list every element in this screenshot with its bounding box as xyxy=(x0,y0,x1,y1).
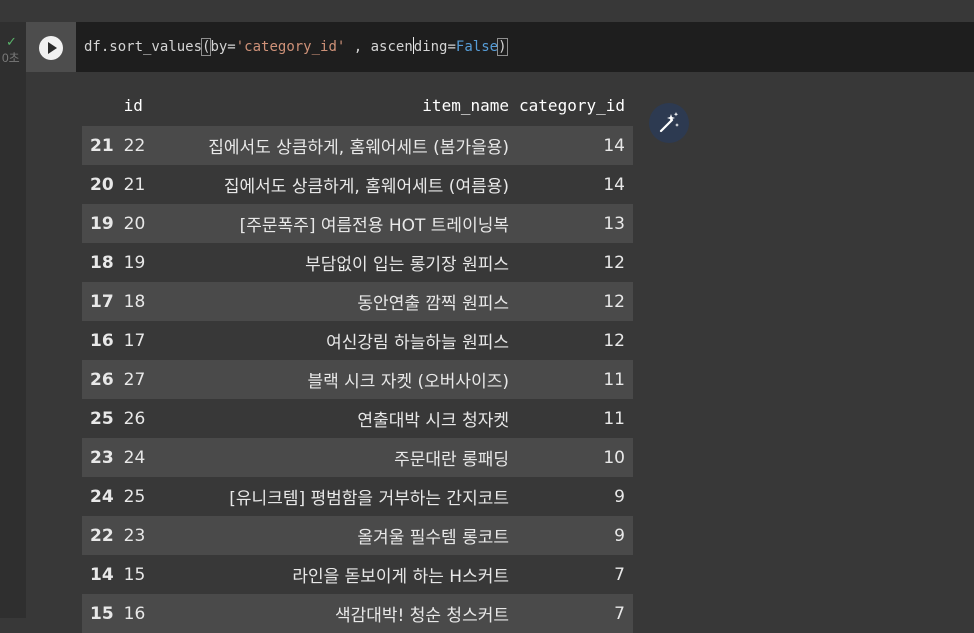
cell-category-id: 9 xyxy=(614,486,625,507)
row-index: 19 xyxy=(90,213,114,234)
cell-id: 26 xyxy=(123,408,146,429)
table-row: 23 24 주문대란 롱패딩 10 xyxy=(82,438,633,477)
row-index: 26 xyxy=(90,369,114,390)
row-index: 16 xyxy=(90,330,114,351)
checkmark-icon: ✓ xyxy=(6,35,17,50)
code-editor[interactable]: df.sort_values(by='category_id' , ascend… xyxy=(76,22,974,72)
run-cell-area xyxy=(26,22,76,72)
cell-item-name: 집에서도 상큼하게, 홈웨어세트 (봄가을용) xyxy=(208,138,509,158)
code-ascending: ding= xyxy=(413,39,456,55)
row-index: 24 xyxy=(90,486,114,507)
magic-wand-button[interactable] xyxy=(649,103,689,143)
cell-category-id: 13 xyxy=(603,213,625,234)
cell-item-name: [주문폭주] 여름전용 HOT 트레이닝복 xyxy=(239,216,509,236)
cell-item-name: 주문대란 롱패딩 xyxy=(394,450,509,470)
index-header xyxy=(82,84,122,126)
table-row: 15 16 색감대박! 청순 청스커트 7 xyxy=(82,594,633,633)
cell-id: 25 xyxy=(123,486,146,507)
magic-wand-icon xyxy=(659,112,679,133)
cell-id: 18 xyxy=(123,291,146,312)
table-row: 26 27 블랙 시크 자켓 (오버사이즈) 11 xyxy=(82,360,633,399)
table-row: 19 20 [주문폭주] 여름전용 HOT 트레이닝복 13 xyxy=(82,204,633,243)
cell-id: 23 xyxy=(123,525,146,546)
table-row: 24 25 [유니크템] 평범함을 거부하는 간지코트 9 xyxy=(82,477,633,516)
execution-time: 0초 xyxy=(2,51,20,65)
cell-id: 24 xyxy=(123,447,146,468)
row-index: 17 xyxy=(90,291,114,312)
code-string: 'category_id' xyxy=(235,39,346,55)
play-icon[interactable] xyxy=(39,36,63,60)
cell-category-id: 14 xyxy=(603,174,625,195)
cell-id: 15 xyxy=(123,564,146,585)
row-index: 14 xyxy=(90,564,114,585)
row-index: 23 xyxy=(90,447,114,468)
cell-item-name: [유니크템] 평범함을 거부하는 간지코트 xyxy=(229,489,509,509)
cell-category-id: 10 xyxy=(603,447,625,468)
cell-item-name: 여신강림 하늘하늘 원피스 xyxy=(326,333,509,353)
column-header-id: id xyxy=(123,95,143,115)
table-row: 14 15 라인을 돋보이게 하는 H스커트 7 xyxy=(82,555,633,594)
cell-category-id: 9 xyxy=(614,525,625,546)
code-cell: ✓ 0초 df.sort_values(by='category_id' , a… xyxy=(0,22,974,633)
cell-id: 27 xyxy=(123,369,146,390)
code-separator: , ascen xyxy=(345,39,413,55)
cell-category-id: 12 xyxy=(603,252,625,273)
row-index: 15 xyxy=(90,603,114,624)
cell-id: 20 xyxy=(123,213,146,234)
dataframe-table: id item_name category_id 21 22 집에서도 상큼하게, … xyxy=(82,84,633,633)
table-row: 25 26 연출대박 시크 청자켓 11 xyxy=(82,399,633,438)
cell-item-name: 라인을 돋보이게 하는 H스커트 xyxy=(292,567,509,587)
cell-id: 22 xyxy=(123,135,146,156)
row-index: 20 xyxy=(90,174,114,195)
cell-id: 17 xyxy=(123,330,146,351)
table-row: 20 21 집에서도 상큼하게, 홈웨어세트 (여름용) 14 xyxy=(82,165,633,204)
cell-item-name: 집에서도 상큼하게, 홈웨어세트 (여름용) xyxy=(223,177,509,197)
row-index: 18 xyxy=(90,252,114,273)
code-text: df.sort_values xyxy=(84,39,203,55)
table-row: 22 23 올겨울 필수템 롱코트 9 xyxy=(82,516,633,555)
row-index: 22 xyxy=(90,525,114,546)
column-header-category-id: category_id xyxy=(519,95,625,115)
cell-category-id: 11 xyxy=(603,408,625,429)
cell-item-name: 동안연출 깜찍 원피스 xyxy=(357,294,509,314)
cell-item-name: 부담없이 입는 롱기장 원피스 xyxy=(305,255,509,275)
cell-item-name: 색감대박! 청순 청스커트 xyxy=(334,606,509,626)
cell-item-name: 블랙 시크 자켓 (오버사이즈) xyxy=(307,372,509,392)
cell-id: 21 xyxy=(123,174,146,195)
cell-id: 19 xyxy=(123,252,146,273)
column-header-item-name: item_name xyxy=(422,95,509,115)
row-index: 25 xyxy=(90,408,114,429)
table-row: 18 19 부담없이 입는 롱기장 원피스 12 xyxy=(82,243,633,282)
table-row: 21 22 집에서도 상큼하게, 홈웨어세트 (봄가을용) 14 xyxy=(82,126,633,165)
cell-category-id: 12 xyxy=(603,330,625,351)
cell-output: id item_name category_id 21 22 집에서도 상큼하게, … xyxy=(82,84,634,633)
cell-category-id: 7 xyxy=(614,603,625,624)
close-paren: ) xyxy=(497,38,508,56)
cell-id: 16 xyxy=(123,603,146,624)
cell-category-id: 7 xyxy=(614,564,625,585)
cell-category-id: 11 xyxy=(603,369,625,390)
cell-item-name: 올겨울 필수템 롱코트 xyxy=(357,528,509,548)
top-bar xyxy=(0,0,974,22)
table-row: 16 17 여신강림 하늘하늘 원피스 12 xyxy=(82,321,633,360)
cell-item-name: 연출대박 시크 청자켓 xyxy=(357,411,509,431)
code-keyword: False xyxy=(455,39,499,55)
table-header-row: id item_name category_id xyxy=(82,84,633,126)
cell-gutter: ✓ 0초 xyxy=(0,22,26,618)
cell-category-id: 12 xyxy=(603,291,625,312)
row-index: 21 xyxy=(90,135,114,156)
code-by: by= xyxy=(210,39,236,55)
cell-category-id: 14 xyxy=(603,135,625,156)
table-row: 17 18 동안연출 깜찍 원피스 12 xyxy=(82,282,633,321)
code-line: df.sort_values(by='category_id' , ascend… xyxy=(84,37,508,57)
